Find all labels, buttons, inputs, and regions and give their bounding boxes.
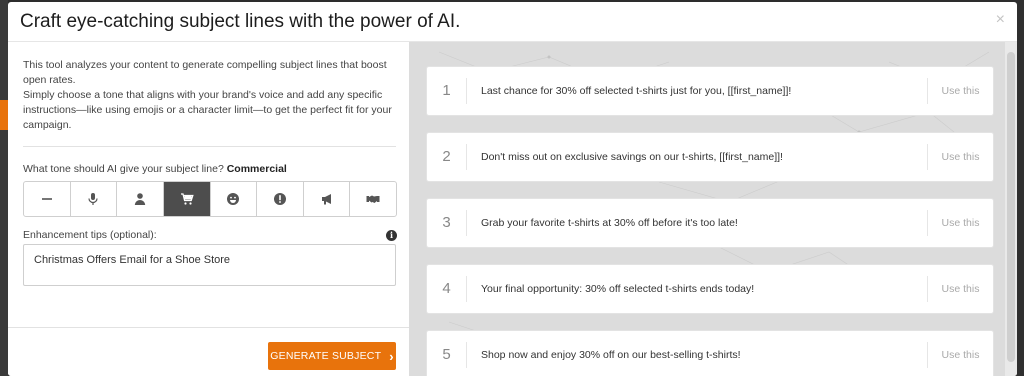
tone-prompt: What tone should AI give your subject li… bbox=[23, 163, 224, 175]
tips-label: Enhancement tips (optional): bbox=[23, 229, 157, 241]
chevron-right-icon: › bbox=[389, 348, 394, 364]
scrollbar-thumb[interactable] bbox=[1007, 52, 1015, 362]
modal-header: Craft eye-catching subject lines with th… bbox=[8, 2, 1017, 42]
enhancement-tips-input[interactable]: Christmas Offers Email for a Shoe Store bbox=[23, 244, 396, 286]
tone-label: What tone should AI give your subject li… bbox=[23, 163, 287, 175]
megaphone-icon bbox=[321, 194, 331, 205]
suggestion-item-5: 5 Shop now and enjoy 30% off on our best… bbox=[426, 330, 994, 376]
dash-icon bbox=[41, 198, 52, 200]
tool-description: This tool analyzes your content to gener… bbox=[23, 58, 398, 133]
smiley-icon bbox=[227, 193, 240, 205]
exclamation-icon bbox=[273, 193, 286, 205]
footer-divider bbox=[8, 327, 409, 328]
tone-promotional-button[interactable] bbox=[304, 182, 351, 216]
suggestion-text: Your final opportunity: 30% off selected… bbox=[481, 283, 755, 295]
close-icon[interactable]: × bbox=[996, 12, 1005, 28]
subject-line-modal: Craft eye-catching subject lines with th… bbox=[8, 2, 1017, 376]
suggestion-number: 1 bbox=[427, 78, 467, 104]
info-icon[interactable]: i bbox=[386, 230, 397, 241]
generate-subject-button[interactable]: GENERATE SUBJECT › bbox=[268, 342, 396, 370]
suggestion-text: Don't miss out on exclusive savings on o… bbox=[481, 151, 783, 163]
person-icon bbox=[134, 193, 146, 205]
description-line-1: This tool analyzes your content to gener… bbox=[23, 59, 387, 86]
tone-commercial-button[interactable] bbox=[163, 182, 211, 216]
suggestion-number: 5 bbox=[427, 342, 467, 368]
divider bbox=[23, 146, 396, 147]
modal-title: Craft eye-catching subject lines with th… bbox=[20, 11, 461, 32]
use-this-button[interactable]: Use this bbox=[927, 78, 993, 104]
backdrop-right bbox=[1016, 0, 1024, 376]
tone-selector bbox=[23, 181, 397, 217]
tone-urgent-button[interactable] bbox=[257, 182, 304, 216]
microphone-icon bbox=[88, 193, 99, 205]
generate-subject-label: GENERATE SUBJECT bbox=[270, 350, 382, 362]
suggestion-item-4: 4 Your final opportunity: 30% off select… bbox=[426, 264, 994, 314]
suggestion-item-3: 3 Grab your favorite t-shirts at 30% off… bbox=[426, 198, 994, 248]
suggestions-pane: 1 Last chance for 30% off selected t-shi… bbox=[409, 42, 1017, 376]
backdrop-left bbox=[0, 0, 8, 376]
suggestion-item-2: 2 Don't miss out on exclusive savings on… bbox=[426, 132, 994, 182]
backdrop-accent bbox=[0, 100, 8, 130]
suggestion-number: 3 bbox=[427, 210, 467, 236]
use-this-button[interactable]: Use this bbox=[927, 342, 993, 368]
tone-neutral-button[interactable] bbox=[24, 182, 71, 216]
suggestion-text: Last chance for 30% off selected t-shirt… bbox=[481, 85, 792, 97]
tone-friendly-button[interactable] bbox=[211, 182, 258, 216]
suggestion-text: Grab your favorite t-shirts at 30% off b… bbox=[481, 217, 738, 229]
scrollbar[interactable] bbox=[1005, 42, 1017, 376]
use-this-button[interactable]: Use this bbox=[927, 276, 993, 302]
tone-voice-button[interactable] bbox=[71, 182, 118, 216]
suggestion-item-1: 1 Last chance for 30% off selected t-shi… bbox=[426, 66, 994, 116]
use-this-button[interactable]: Use this bbox=[927, 144, 993, 170]
tone-selected-value: Commercial bbox=[226, 163, 287, 175]
use-this-button[interactable]: Use this bbox=[927, 210, 993, 236]
tone-personal-button[interactable] bbox=[117, 182, 164, 216]
suggestion-number: 2 bbox=[427, 144, 467, 170]
suggestion-number: 4 bbox=[427, 276, 467, 302]
left-pane: This tool analyzes your content to gener… bbox=[8, 42, 409, 376]
handshake-icon bbox=[366, 195, 380, 203]
tone-partnership-button[interactable] bbox=[350, 182, 396, 216]
suggestion-text: Shop now and enjoy 30% off on our best-s… bbox=[481, 349, 741, 361]
description-line-2: Simply choose a tone that aligns with yo… bbox=[23, 89, 392, 131]
shopping-cart-icon bbox=[180, 193, 194, 205]
